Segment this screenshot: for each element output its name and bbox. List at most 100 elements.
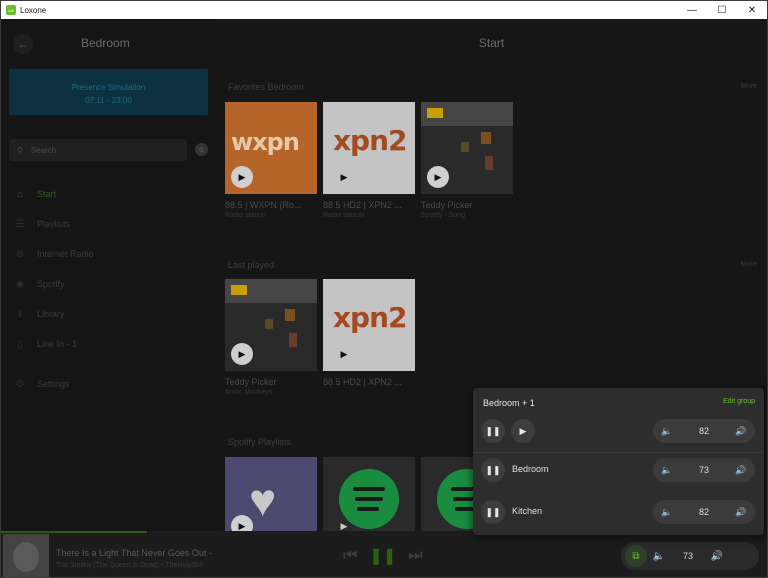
spotify-icon: ◉ — [15, 278, 25, 290]
volume-up-icon[interactable]: 🔊 — [705, 551, 729, 562]
play-icon[interactable]: ▶ — [511, 419, 535, 443]
previous-icon[interactable]: ⏮ — [343, 547, 357, 565]
sidebar-item-library[interactable]: ‖ Library — [1, 299, 216, 329]
play-icon[interactable]: ▶ — [333, 166, 355, 188]
favorites-more-link[interactable]: More — [741, 83, 757, 90]
tile-subtitle: Arctic Monkeys — [225, 389, 273, 396]
gear-icon: ⚙ — [15, 378, 25, 390]
master-volume-control: 🔈 82 🔊 — [653, 419, 755, 443]
edit-group-link[interactable]: Edit group — [723, 398, 755, 405]
pause-icon[interactable]: ❚❚ — [369, 546, 396, 566]
back-arrow-icon[interactable]: ← — [13, 34, 33, 54]
sidebar-item-label: Start — [37, 189, 57, 199]
playback-controls: ⏮ ❚❚ ⏭ — [343, 546, 423, 566]
spotify-playlist-tile[interactable]: ▶ — [323, 457, 415, 531]
group-popup: Bedroom + 1 Edit group ❚❚ ▶ 🔈 82 🔊 ❚❚ Be… — [473, 388, 764, 535]
xpn2-logo-text: xpn2 — [333, 124, 408, 157]
search-icon: ⚲ — [17, 145, 23, 155]
tile-subtitle: Spotify - Song — [421, 212, 465, 219]
sidebar-item-line-in[interactable]: ▯ Line In - 1 — [1, 329, 216, 359]
volume-down-icon[interactable]: 🔈 — [653, 426, 681, 437]
last-played-tile-xpn2[interactable]: xpn2 ▶ 88.5 HD2 | XPN2 ... — [323, 279, 415, 387]
zone-volume-value: 82 — [698, 507, 709, 517]
now-playing-cover[interactable] — [3, 534, 49, 577]
volume-up-icon[interactable]: 🔊 — [727, 426, 755, 437]
sidebar-item-internet-radio[interactable]: ⊛ Internet Radio — [1, 239, 216, 269]
tile-title: 88.5 HD2 | XPN2 ... — [323, 200, 402, 210]
window-title: Loxone — [20, 5, 47, 15]
sidebar-item-start[interactable]: ⌂ Start — [1, 179, 216, 209]
group-icon[interactable]: ⧉ — [625, 545, 647, 567]
home-icon: ⌂ — [16, 188, 24, 200]
pause-icon[interactable]: ❚❚ — [481, 458, 505, 482]
volume-value: 73 — [682, 551, 693, 561]
presence-label: Presence Simulation — [71, 83, 146, 92]
playback-progress[interactable] — [1, 531, 147, 533]
volume-up-icon[interactable]: 🔊 — [727, 465, 755, 476]
sidebar-item-spotify[interactable]: ◉ Spotify — [1, 269, 216, 299]
xpn2-cover-art: xpn2 ▶ — [323, 279, 415, 371]
favorites-section-title: Favorites Bedroom — [228, 82, 305, 92]
play-icon[interactable]: ▶ — [427, 166, 449, 188]
play-icon[interactable]: ▶ — [231, 343, 253, 365]
xpn2-logo-text: xpn2 — [333, 301, 408, 334]
tile-title: 88.5 | WXPN (Ro... — [225, 200, 302, 210]
pause-icon[interactable]: ❚❚ — [481, 419, 505, 443]
play-icon[interactable]: ▶ — [231, 166, 253, 188]
spotify-playlists-section-title: Spotify Playlists — [228, 437, 292, 447]
favorite-tile-xpn2[interactable]: xpn2 ▶ 88.5 HD2 | XPN2 ... Radio station — [323, 102, 415, 219]
liked-songs-cover: ♥ ▶ — [225, 457, 317, 531]
now-playing-title: There Is a Light That Never Goes Out - — [56, 548, 212, 558]
sidebar-item-label: Settings — [37, 379, 70, 389]
album-cover-art: ▶ — [421, 102, 513, 194]
zone-name: Bedroom — [512, 464, 549, 474]
favorite-tile-teddy-picker[interactable]: ▶ Teddy Picker Spotify - Song — [421, 102, 513, 219]
loxone-logo-icon: LX — [6, 5, 16, 15]
volume-down-icon[interactable]: 🔈 — [647, 551, 671, 562]
zone-volume-control: 🔈 82 🔊 — [653, 500, 755, 524]
group-master-row: ❚❚ ▶ 🔈 82 🔊 — [473, 416, 764, 446]
zone-volume-control: 🔈 73 🔊 — [653, 458, 755, 482]
tile-title: Teddy Picker — [421, 200, 473, 210]
play-icon[interactable]: ▶ — [231, 515, 253, 531]
sidebar-nav: ⌂ Start ☰ Playlists ⊛ Internet Radio ◉ S… — [1, 179, 216, 399]
album-cover-art: ▶ — [225, 279, 317, 371]
volume-up-icon[interactable]: 🔊 — [727, 507, 755, 518]
tile-subtitle: Radio station — [323, 212, 364, 219]
maximize-icon[interactable]: ☐ — [707, 1, 737, 19]
search-placeholder: Search — [30, 145, 57, 155]
play-icon[interactable]: ▶ — [333, 515, 355, 531]
volume-down-icon[interactable]: 🔈 — [653, 507, 681, 518]
sidebar-item-settings[interactable]: ⚙ Settings — [1, 369, 216, 399]
presence-simulation-banner[interactable]: Presence Simulation 07:11 - 23:00 — [9, 69, 208, 115]
sidebar-item-label: Line In - 1 — [37, 339, 78, 349]
last-played-section-title: Last played — [228, 260, 275, 270]
search-settings-icon[interactable]: ⚙ — [195, 143, 208, 156]
radio-icon: ⊛ — [15, 248, 25, 260]
line-in-icon: ▯ — [17, 338, 23, 350]
zone-row-bedroom: ❚❚ Bedroom 🔈 73 🔊 — [473, 455, 764, 485]
last-played-more-link[interactable]: More — [741, 261, 757, 268]
sidebar-item-playlists[interactable]: ☰ Playlists — [1, 209, 216, 239]
play-icon[interactable]: ▶ — [333, 343, 355, 365]
zone-row-kitchen: ❚❚ Kitchen 🔈 82 🔊 — [473, 497, 764, 527]
master-volume-value: 82 — [698, 426, 709, 436]
next-icon[interactable]: ⏭ — [408, 547, 422, 565]
page-title: Start — [478, 36, 505, 50]
room-title: Bedroom — [81, 36, 130, 50]
pause-icon[interactable]: ❚❚ — [481, 500, 505, 524]
now-playing-artist: The Smiths (The Queen Is Dead) • TheHoly… — [56, 562, 204, 569]
group-title: Bedroom + 1 — [483, 398, 535, 408]
last-played-tile-teddy-picker[interactable]: ▶ Teddy Picker Arctic Monkeys — [225, 279, 317, 396]
search-input[interactable]: ⚲ Search — [9, 139, 187, 161]
volume-down-icon[interactable]: 🔈 — [653, 465, 681, 476]
tile-title: Teddy Picker — [225, 377, 277, 387]
minimize-icon[interactable]: — — [677, 1, 707, 19]
favorite-tile-wxpn[interactable]: wxpn ▶ 88.5 | WXPN (Ro... Radio station — [225, 102, 317, 219]
zone-name: Kitchen — [512, 506, 543, 516]
wxpn-cover-art: wxpn ▶ — [225, 102, 317, 194]
spotify-playlist-tile-liked[interactable]: ♥ ▶ — [225, 457, 317, 531]
sidebar-item-label: Spotify — [37, 279, 65, 289]
sidebar-item-label: Playlists — [37, 219, 71, 229]
close-icon[interactable]: ✕ — [737, 1, 767, 19]
